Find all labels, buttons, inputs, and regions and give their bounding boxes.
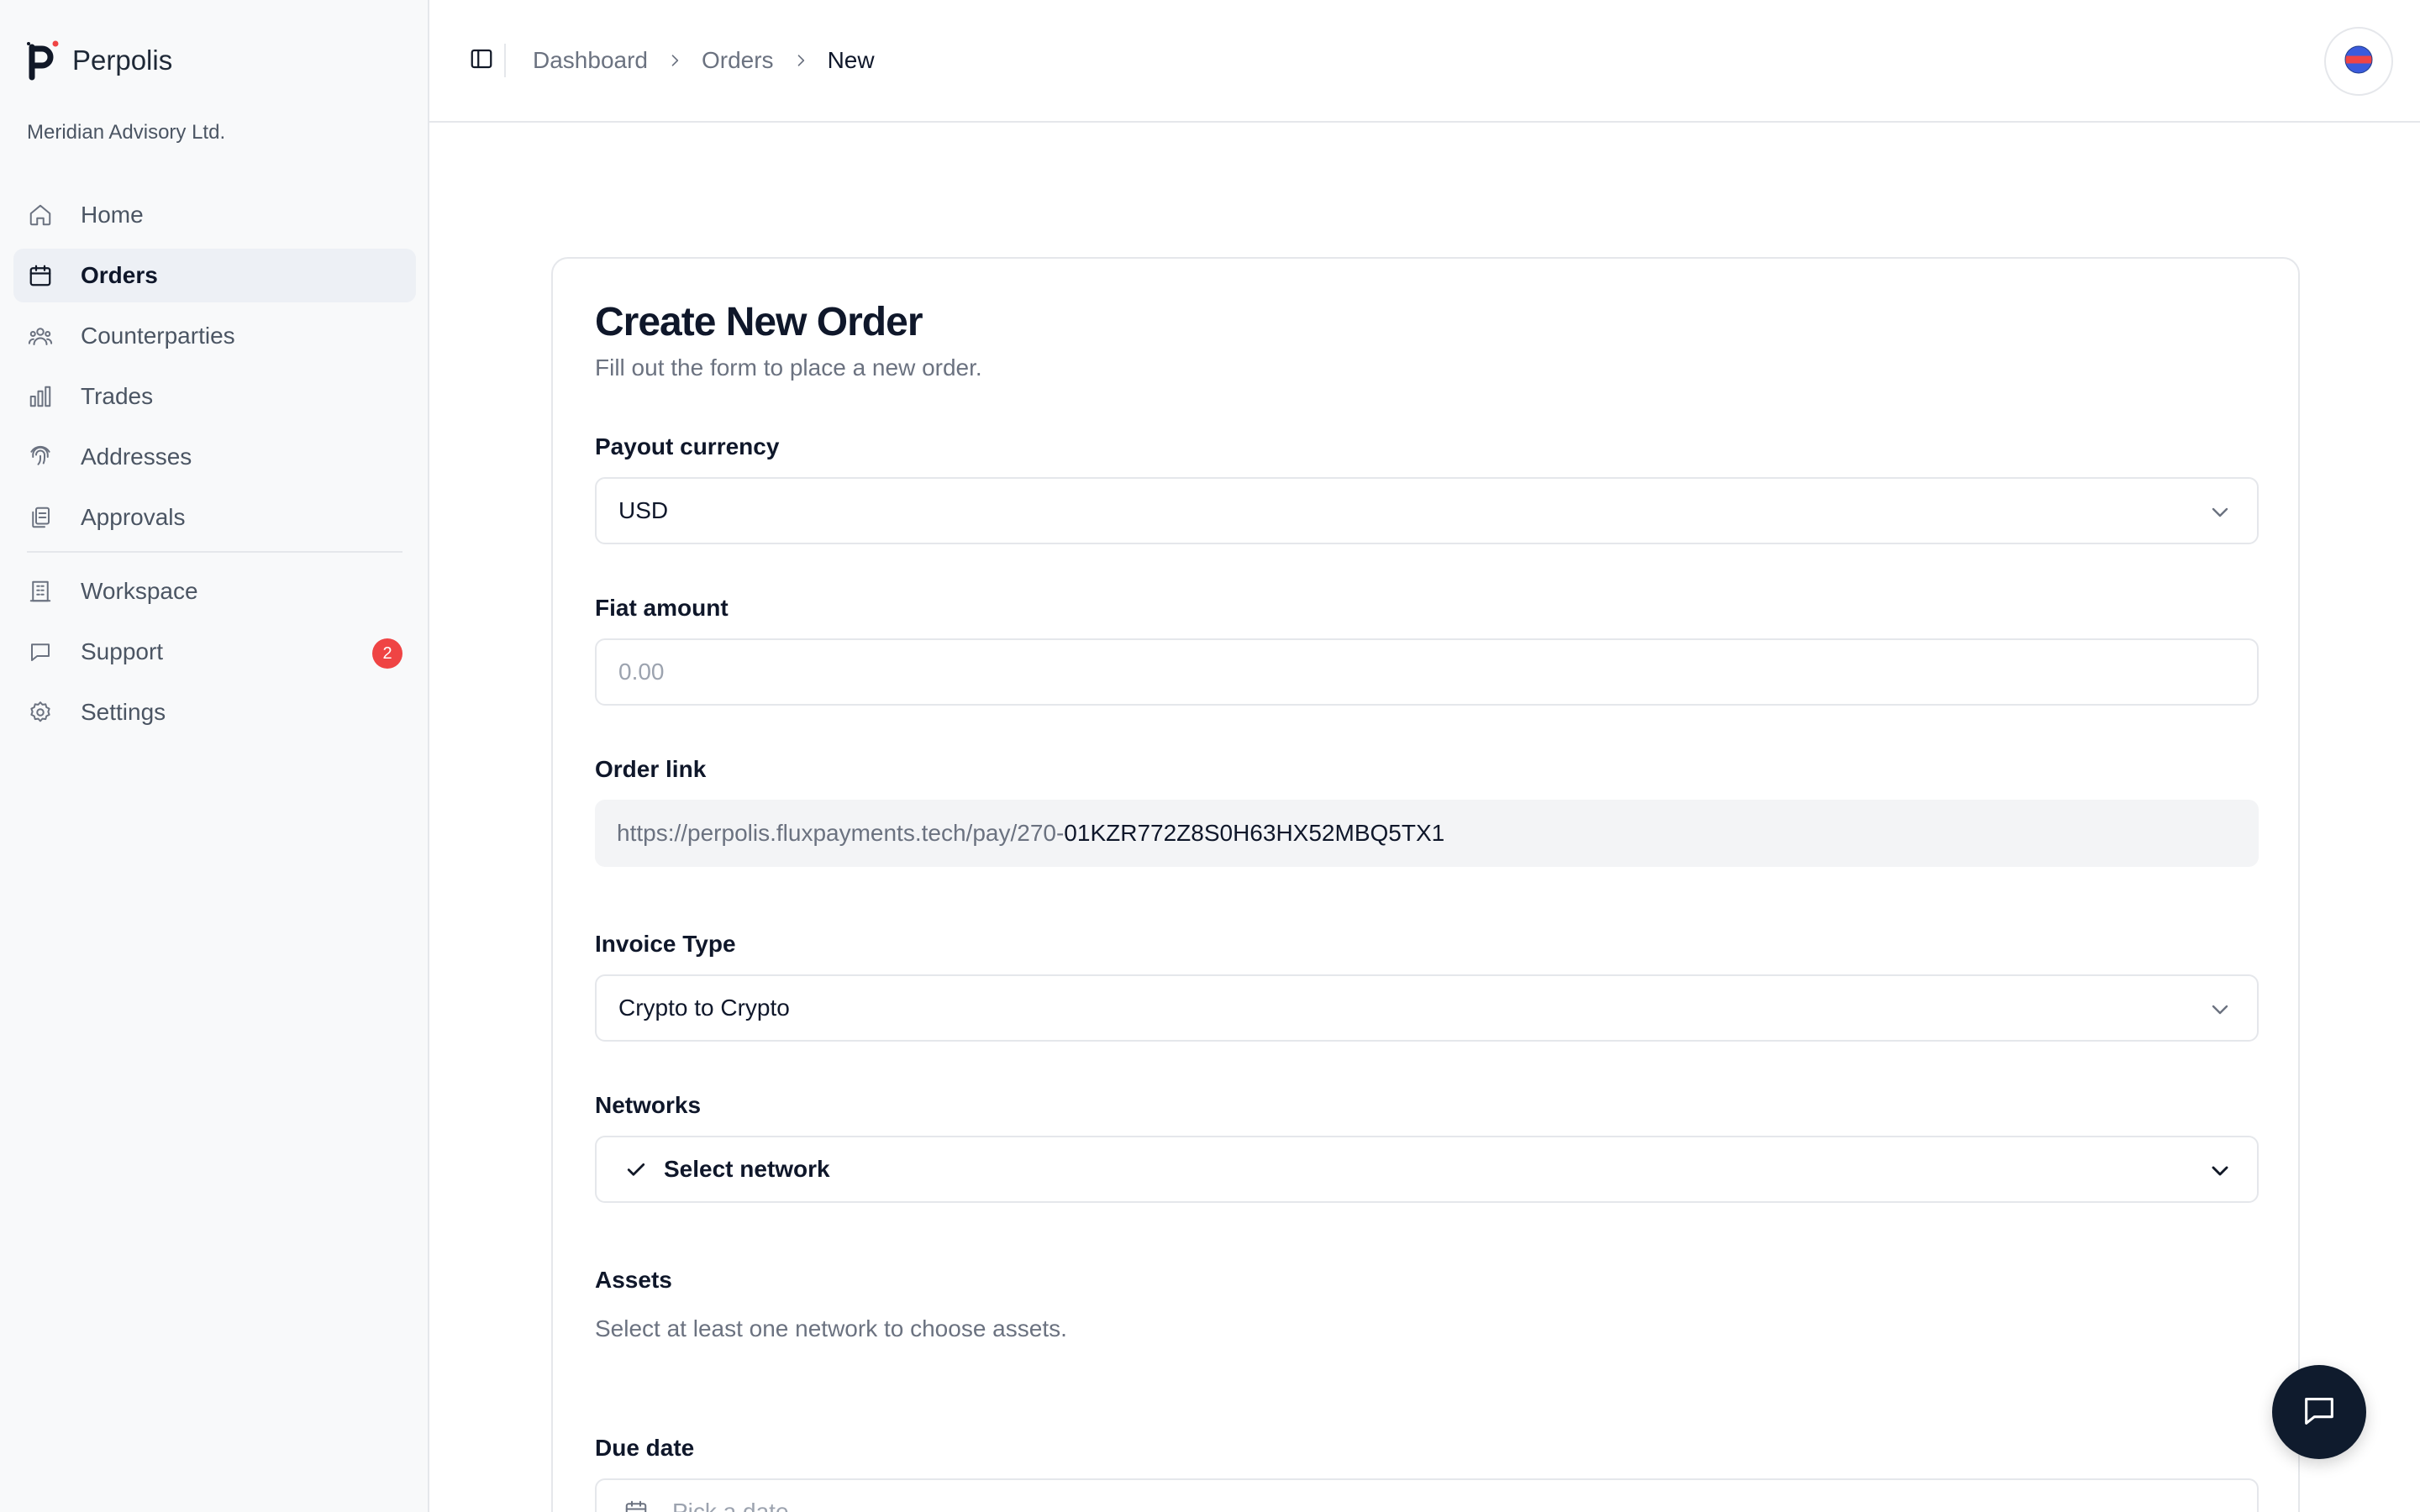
perpolis-logo-icon (27, 40, 60, 81)
sidebar-item-trades[interactable]: Trades (13, 370, 416, 423)
chevron-down-icon (2207, 1158, 2233, 1184)
chevron-down-icon (2207, 996, 2233, 1023)
brand[interactable]: Perpolis (27, 40, 172, 81)
invoice-type-select[interactable]: Crypto to Crypto (595, 974, 2259, 1042)
payout-currency-value: USD (618, 497, 669, 523)
check-icon (623, 1157, 649, 1182)
invoice-type-value: Crypto to Crypto (618, 995, 790, 1021)
invoice-type-label: Invoice Type (595, 931, 736, 957)
fiat-amount-input[interactable] (618, 659, 2235, 685)
breadcrumb-current: New (827, 47, 875, 73)
brand-name: Perpolis (72, 45, 173, 76)
sidebar-item-label: Workspace (81, 578, 198, 604)
sidebar-item-label: Settings (81, 699, 166, 725)
payout-currency-label: Payout currency (595, 433, 780, 459)
breadcrumb: Dashboard Orders New (533, 44, 875, 77)
chevron-down-icon (2207, 499, 2233, 526)
chat-support-button[interactable] (2272, 1365, 2366, 1459)
sidebar-item-settings[interactable]: Settings (13, 685, 416, 739)
fiat-amount-label: Fiat amount (595, 595, 729, 621)
home-icon (27, 202, 54, 228)
due-date-picker[interactable]: Pick a date (595, 1478, 2259, 1512)
calendar-icon (27, 262, 54, 289)
sidebar-item-label: Trades (81, 383, 154, 409)
sidebar-item-workspace[interactable]: Workspace (13, 564, 416, 618)
gear-icon (27, 699, 54, 726)
chat-icon (2300, 1391, 2338, 1434)
assets-helper-text: Select at least one network to choose as… (595, 1315, 1067, 1341)
sidebar-toggle-button[interactable] (465, 44, 498, 77)
sidebar-item-label: Approvals (81, 504, 186, 530)
sidebar-nav: Home Orders Counterparties Trades Addres… (13, 188, 416, 746)
users-icon (27, 323, 54, 349)
user-avatar-button[interactable] (2324, 27, 2393, 96)
sidebar-item-label: Counterparties (81, 323, 235, 349)
networks-multiselect[interactable]: Select network (595, 1136, 2259, 1203)
page-subtitle: Fill out the form to place a new order. (595, 354, 982, 381)
organization-name: Meridian Advisory Ltd. (27, 121, 226, 144)
create-order-card: Create New Order Fill out the form to pl… (551, 257, 2300, 1512)
calendar-icon (623, 1499, 649, 1512)
networks-value: Select network (664, 1156, 830, 1182)
fiat-amount-field (595, 638, 2259, 706)
toolbar-separator (504, 44, 506, 77)
building-icon (27, 578, 54, 605)
sidebar-item-addresses[interactable]: Addresses (13, 430, 416, 484)
clipboard-copy-icon (27, 504, 54, 531)
panel-left-icon (469, 46, 494, 76)
breadcrumb-dashboard[interactable]: Dashboard (533, 47, 648, 74)
avatar (2344, 45, 2373, 78)
support-count-badge: 2 (372, 638, 402, 669)
sidebar: Perpolis Meridian Advisory Ltd. Home Ord… (0, 0, 429, 1512)
payout-currency-select[interactable]: USD (595, 477, 2259, 544)
breadcrumb-orders[interactable]: Orders (702, 47, 774, 74)
chevron-right-icon (792, 52, 809, 69)
bar-chart-icon (27, 383, 54, 410)
due-date-placeholder: Pick a date (672, 1499, 789, 1512)
message-icon (27, 638, 54, 665)
due-date-label: Due date (595, 1435, 695, 1461)
sidebar-item-label: Addresses (81, 444, 192, 470)
sidebar-item-orders[interactable]: Orders (13, 249, 416, 302)
top-bar: Dashboard Orders New (429, 0, 2420, 123)
networks-label: Networks (595, 1092, 702, 1118)
sidebar-item-label: Home (81, 202, 144, 228)
order-link-label: Order link (595, 756, 707, 782)
sidebar-item-home[interactable]: Home (13, 188, 416, 242)
sidebar-item-label: Orders (81, 262, 158, 288)
assets-label: Assets (595, 1267, 672, 1293)
sidebar-item-label: Support (81, 638, 164, 664)
order-link-prefix: https://perpolis.fluxpayments.tech/pay/2… (617, 820, 1065, 846)
page-title: Create New Order (595, 300, 923, 344)
fingerprint-icon (27, 444, 54, 470)
order-link-id: 01KZR772Z8S0H63HX52MBQ5TX1 (1064, 820, 1445, 846)
order-link-field[interactable]: https://perpolis.fluxpayments.tech/pay/2… (595, 800, 2259, 867)
chevron-right-icon (666, 52, 683, 69)
sidebar-item-approvals[interactable]: Approvals (13, 491, 416, 544)
sidebar-divider (27, 551, 402, 553)
sidebar-item-support[interactable]: Support 2 (13, 625, 416, 679)
sidebar-item-counterparties[interactable]: Counterparties (13, 309, 416, 363)
